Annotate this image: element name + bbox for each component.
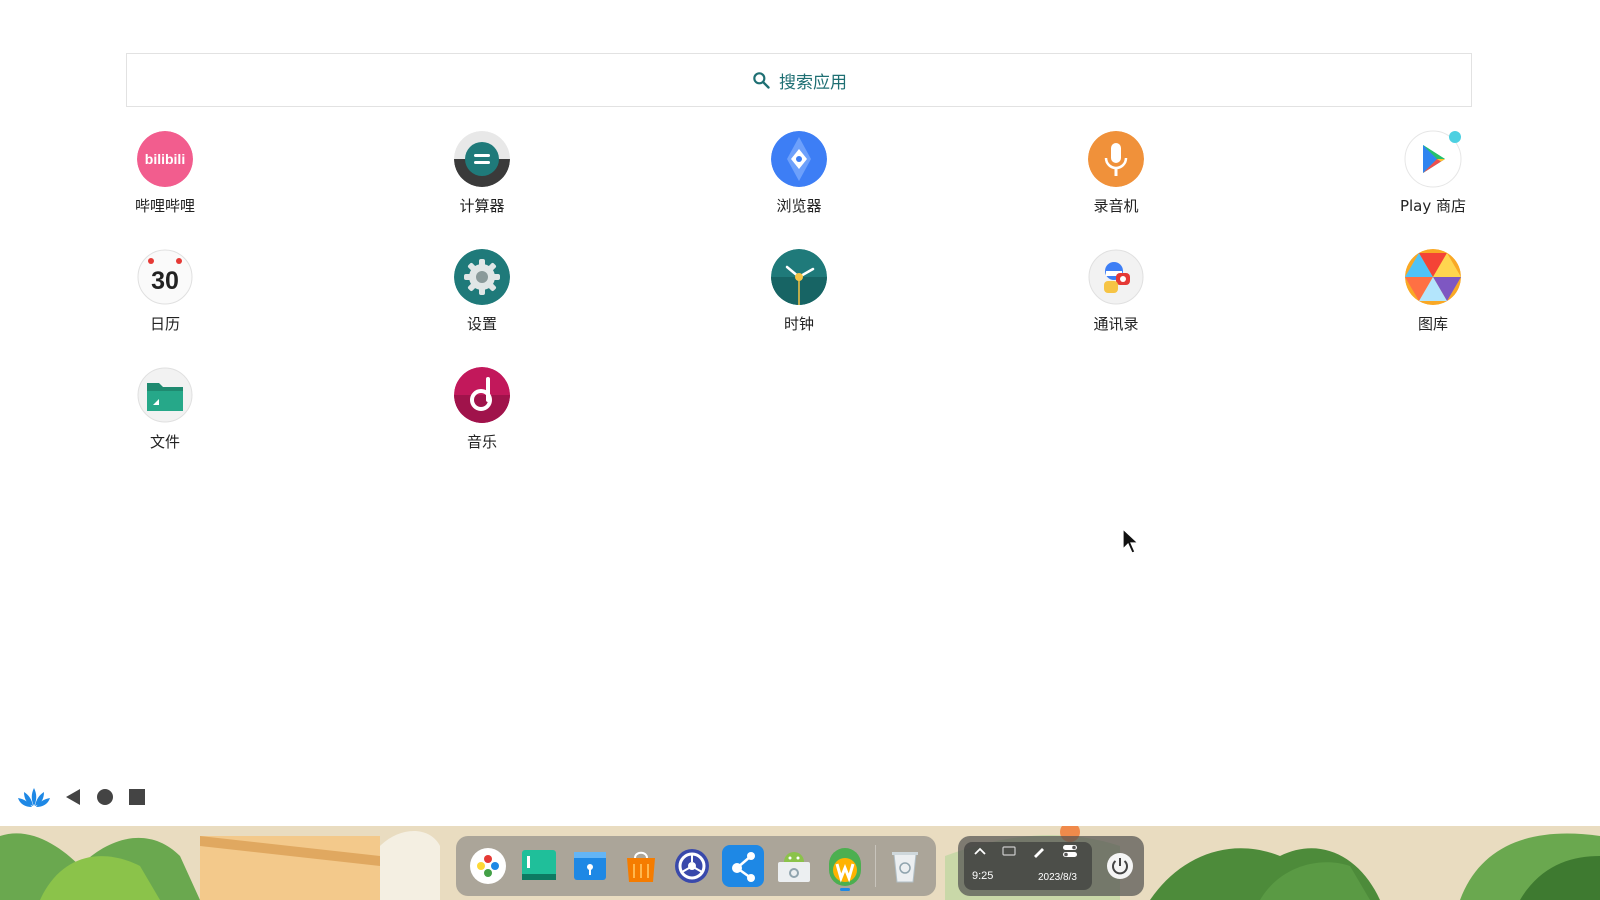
app-label: 时钟 <box>783 315 814 333</box>
power-icon <box>1107 853 1133 879</box>
clock-time: 9:25 <box>972 870 994 882</box>
app-label: Play 商店 <box>1399 197 1467 215</box>
app-label: 浏览器 <box>776 197 822 215</box>
app-label: 设置 <box>466 315 497 333</box>
app-calendar[interactable]: 30 日历 <box>90 249 240 349</box>
app-calculator[interactable]: 计算器 <box>407 131 557 231</box>
dock-system-settings[interactable] <box>671 845 713 887</box>
app-label: 哔哩哔哩 <box>134 197 195 215</box>
calendar-icon: 30 <box>137 249 193 305</box>
app-label: 文件 <box>149 433 180 451</box>
dock-app-store[interactable] <box>620 845 662 887</box>
waydroid-icon <box>828 848 861 886</box>
clock-icon <box>771 249 827 305</box>
launcher-icon <box>469 848 506 884</box>
file-manager-icon <box>573 852 606 880</box>
app-label: 日历 <box>149 315 180 333</box>
calculator-icon <box>454 131 510 187</box>
pen-icon[interactable] <box>1032 844 1046 858</box>
clock-date: 2023/8/3 <box>1038 872 1077 883</box>
play-store-icon <box>1404 130 1462 188</box>
back-icon[interactable] <box>64 788 82 810</box>
connect-icon <box>731 852 755 882</box>
terminal-icon <box>521 850 556 880</box>
system-tray: 9:25 2023/8/3 <box>958 836 1144 896</box>
app-settings[interactable]: 设置 <box>407 249 557 349</box>
app-contacts[interactable]: 通讯录 <box>1041 249 1191 349</box>
system-settings-icon <box>674 849 709 883</box>
app-bilibili[interactable]: bilibili 哔哩哔哩 <box>90 131 240 231</box>
trash-icon <box>891 852 918 883</box>
gallery-icon <box>1405 249 1461 305</box>
dock <box>456 836 936 896</box>
navigation-bar <box>18 786 146 812</box>
music-icon <box>454 367 510 423</box>
dock-file-manager[interactable] <box>569 845 611 887</box>
dock-launcher[interactable] <box>467 845 509 887</box>
app-recorder[interactable]: 录音机 <box>1041 131 1191 231</box>
app-browser[interactable]: 浏览器 <box>724 131 874 231</box>
browser-icon <box>771 131 827 187</box>
home-icon[interactable] <box>96 788 114 810</box>
mouse-cursor-icon <box>1122 528 1140 554</box>
app-store-icon <box>626 851 655 882</box>
search-apps-bar[interactable]: 搜索应用 <box>126 53 1472 107</box>
power-button[interactable] <box>1100 844 1140 888</box>
app-label: 图库 <box>1417 315 1448 333</box>
app-clock[interactable]: 时钟 <box>724 249 874 349</box>
settings-icon <box>454 249 510 305</box>
contacts-icon <box>1088 249 1144 305</box>
lotus-launcher-icon[interactable] <box>18 786 50 812</box>
app-label: 计算器 <box>459 197 505 215</box>
calendar-day: 30 <box>151 267 179 295</box>
recorder-icon <box>1088 131 1144 187</box>
dock-android[interactable] <box>773 845 815 887</box>
recents-icon[interactable] <box>128 788 146 810</box>
keyboard-icon[interactable] <box>1002 846 1016 856</box>
app-gallery[interactable]: 图库 <box>1358 249 1508 349</box>
running-indicator <box>839 888 850 891</box>
app-music[interactable]: 音乐 <box>407 367 557 467</box>
app-label: 通讯录 <box>1093 315 1139 333</box>
app-files[interactable]: 文件 <box>90 367 240 467</box>
app-label: 音乐 <box>466 433 497 451</box>
chevron-up-icon[interactable] <box>974 846 986 856</box>
toggle-settings-icon[interactable] <box>1062 844 1078 858</box>
dock-connect[interactable] <box>721 845 764 887</box>
bilibili-icon: bilibili <box>137 131 193 187</box>
files-icon <box>137 367 193 423</box>
bilibili-logo-text: bilibili <box>145 151 185 167</box>
app-play-store[interactable]: Play 商店 <box>1358 130 1508 231</box>
search-placeholder: 搜索应用 <box>779 72 847 93</box>
dock-trash[interactable] <box>874 845 926 887</box>
app-label: 录音机 <box>1093 197 1139 215</box>
dock-terminal[interactable] <box>518 845 560 887</box>
android-icon <box>777 852 810 882</box>
dock-waydroid[interactable] <box>824 845 866 891</box>
search-icon <box>753 72 770 89</box>
